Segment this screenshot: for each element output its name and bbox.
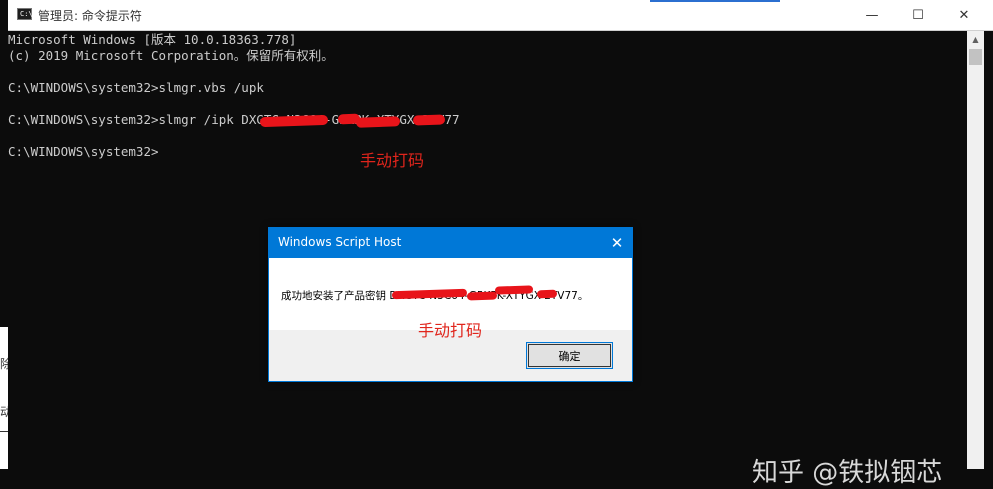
- watermark: 知乎 @铁拟铟芯: [752, 458, 943, 488]
- redaction-mark: [536, 289, 558, 299]
- background-divider: [0, 431, 8, 432]
- redaction-mark: [494, 285, 534, 295]
- dialog-title: Windows Script Host: [278, 235, 402, 249]
- scroll-up-arrow-icon[interactable]: ▲: [967, 31, 984, 48]
- console-line: C:\WINDOWS\system32>: [8, 144, 159, 159]
- minimize-button[interactable]: —: [849, 0, 895, 30]
- cmd-icon: C:\: [17, 8, 33, 20]
- redaction-mark: [466, 291, 498, 301]
- background-window-fragment: 除 动: [0, 327, 12, 469]
- scroll-thumb[interactable]: [969, 49, 982, 65]
- vertical-scrollbar[interactable]: ▲: [967, 31, 984, 469]
- redaction-mark: [355, 116, 401, 128]
- window-titlebar[interactable]: C:\ 管理员: 命令提示符 — ☐ ✕: [8, 0, 993, 31]
- ok-button[interactable]: 确定: [526, 342, 613, 369]
- redaction-mark: [412, 114, 446, 126]
- dialog-titlebar[interactable]: Windows Script Host ✕: [269, 228, 632, 258]
- maximize-button[interactable]: ☐: [895, 0, 941, 30]
- annotation-text: 手动打码: [418, 321, 483, 340]
- window-title: 管理员: 命令提示符: [38, 9, 142, 23]
- annotation-text: 手动打码: [360, 151, 425, 170]
- dialog-close-button[interactable]: ✕: [602, 228, 632, 258]
- console-line: (c) 2019 Microsoft Corporation。保留所有权利。: [8, 48, 334, 63]
- taskbar-highlight: [650, 0, 780, 2]
- console-line: Microsoft Windows [版本 10.0.18363.778]: [8, 32, 297, 47]
- script-host-dialog[interactable]: Windows Script Host ✕ 成功地安装了产品密钥 DXGTC-N…: [268, 227, 633, 382]
- console-line: C:\WINDOWS\system32>slmgr.vbs /upk: [8, 80, 264, 95]
- close-button[interactable]: ✕: [941, 0, 987, 30]
